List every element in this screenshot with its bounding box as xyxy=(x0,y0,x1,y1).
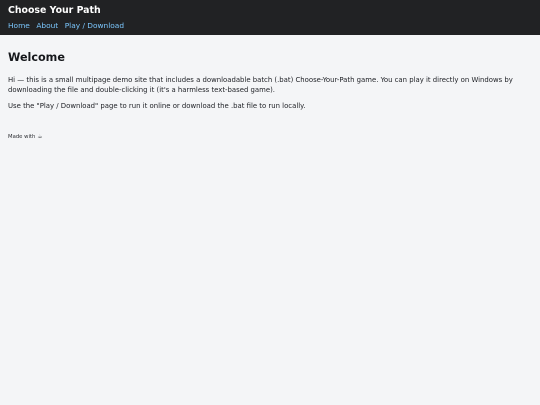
coffee-cup-icon: ☕ xyxy=(37,134,43,140)
main-content: Welcome Hi — this is a small multipage d… xyxy=(0,35,540,111)
site-header: Choose Your Path Home About Play / Downl… xyxy=(0,0,540,35)
nav-link-home[interactable]: Home xyxy=(8,21,30,31)
intro-paragraph: Hi — this is a small multipage demo site… xyxy=(8,76,513,94)
page-title: Welcome xyxy=(8,51,65,64)
site-footer: Made with ☕ xyxy=(0,111,540,141)
main-nav: Home About Play / Download xyxy=(8,21,532,31)
instructions-paragraph: Use the "Play / Download" page to run it… xyxy=(8,102,306,110)
nav-link-about[interactable]: About xyxy=(36,21,58,31)
site-title: Choose Your Path xyxy=(8,5,101,16)
footer-text: Made with xyxy=(8,134,36,140)
nav-link-play-download[interactable]: Play / Download xyxy=(65,21,124,31)
